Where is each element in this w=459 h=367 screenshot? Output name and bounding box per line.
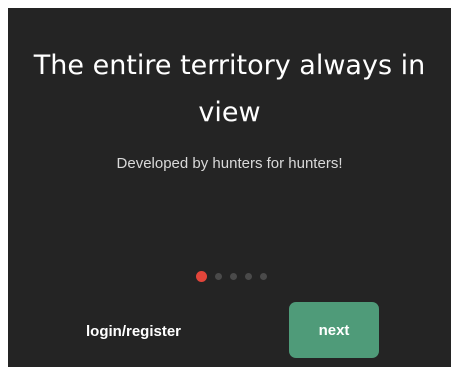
onboarding-subtitle: Developed by hunters for hunters! (116, 155, 343, 172)
page-dot-4[interactable] (245, 272, 252, 280)
page-dot-1[interactable] (196, 270, 207, 282)
login-register-button[interactable]: login/register (86, 318, 214, 344)
page-dot-2[interactable] (215, 272, 222, 280)
page-dot-5[interactable] (260, 272, 267, 280)
onboarding-screen: The entire territory always in view Deve… (8, 8, 451, 367)
page-indicator (196, 270, 267, 282)
onboarding-title: The entire territory always in view (33, 50, 426, 128)
next-button[interactable]: next (289, 302, 379, 358)
page-dot-3[interactable] (230, 272, 237, 280)
